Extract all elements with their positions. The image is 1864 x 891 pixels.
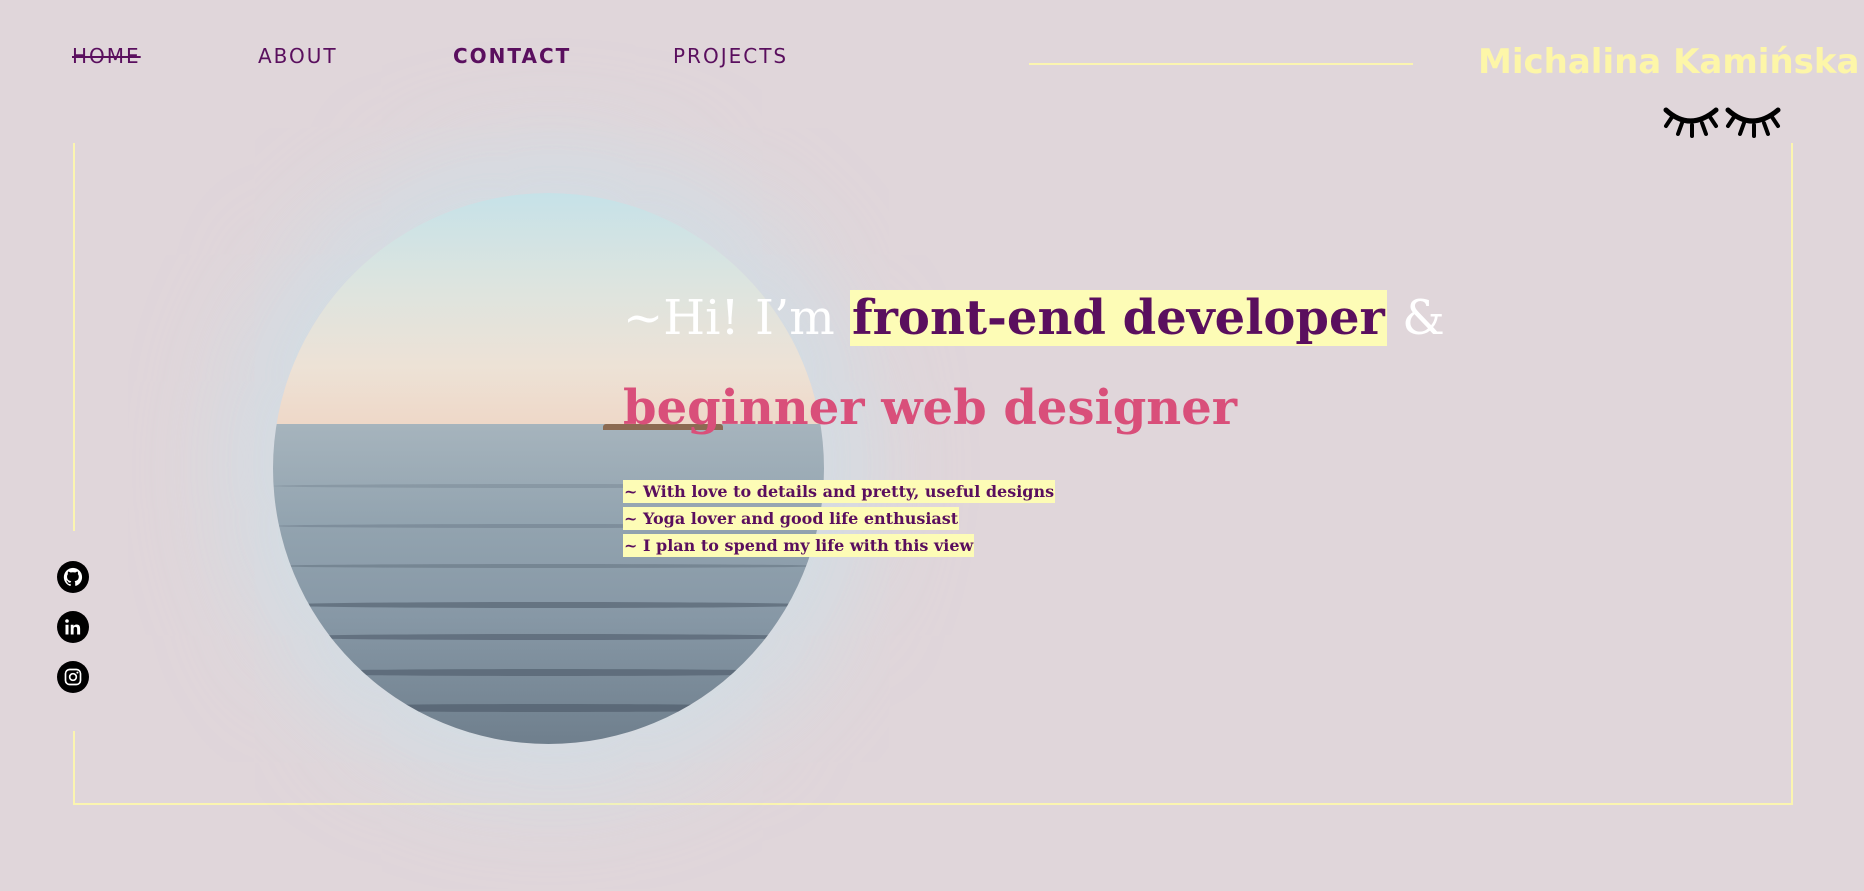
nav-about-link[interactable]: About [258, 44, 338, 68]
hero-ampersand: & [1402, 290, 1445, 346]
instagram-icon[interactable] [57, 661, 89, 693]
github-icon-glyph [63, 567, 83, 587]
hero-greeting: ~Hi! I’m [623, 290, 835, 346]
frame-left-upper-line [73, 143, 75, 531]
frame-bottom-line [73, 803, 1793, 805]
frame-left-lower-line [73, 731, 75, 805]
bullet-item: ~ Yoga lover and good life enthusiast [623, 507, 960, 530]
linkedin-icon[interactable] [57, 611, 89, 643]
hero-bullets: ~ With love to details and pretty, usefu… [623, 480, 1056, 561]
header-divider [1029, 63, 1413, 65]
hero-role: front-end developer [849, 290, 1387, 346]
closed-eyes-icon [1663, 107, 1781, 138]
hero-subtitle: beginner web designer [623, 380, 1238, 436]
photo-sea [273, 424, 824, 744]
bullet-item: ~ I plan to spend my life with this view [623, 534, 975, 557]
github-icon[interactable] [57, 561, 89, 593]
linkedin-icon-glyph [65, 619, 81, 635]
nav-contact-link[interactable]: Contact [453, 44, 571, 68]
nav-home-link[interactable]: Home [72, 44, 141, 68]
brand-name: Michalina Kamińska [1478, 42, 1860, 82]
nav-projects-link[interactable]: Projects [673, 44, 788, 68]
bullet-item: ~ With love to details and pretty, usefu… [623, 480, 1056, 503]
sea-view-photo [273, 193, 824, 744]
frame-right-line [1791, 143, 1793, 805]
instagram-icon-glyph [64, 668, 82, 686]
hero-headline: ~Hi! I’m front-end developer & [623, 288, 1445, 348]
